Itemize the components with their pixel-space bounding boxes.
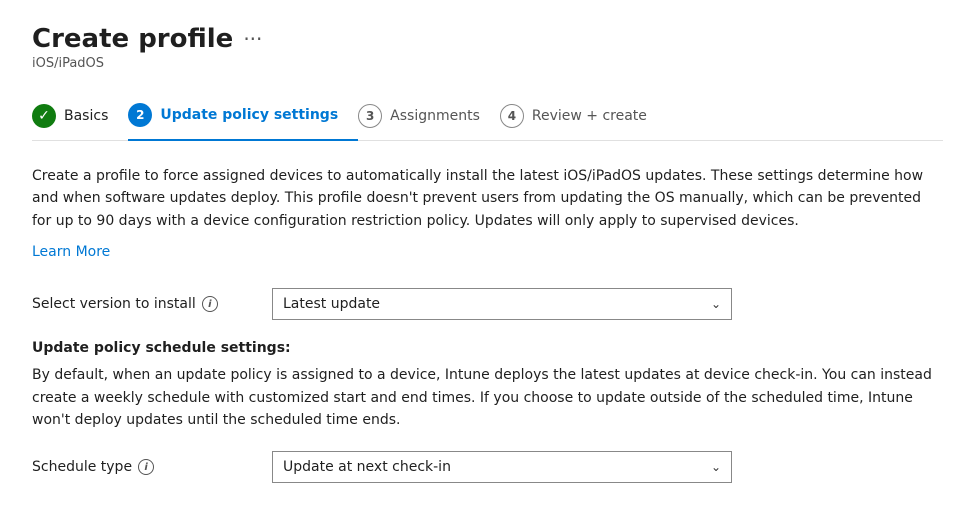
form-section: Select version to install i Latest updat… [32,288,943,483]
schedule-type-info-icon[interactable]: i [138,459,154,475]
step-review-create-circle: 4 [500,104,524,128]
schedule-type-value: Update at next check-in [283,459,451,475]
description-text: Create a profile to force assigned devic… [32,165,943,232]
step-review-create[interactable]: 4 Review + create [500,92,667,140]
select-version-row: Select version to install i Latest updat… [32,288,943,320]
select-version-info-icon[interactable]: i [202,296,218,312]
select-version-chevron-icon: ⌄ [711,297,721,311]
step-update-policy[interactable]: 2 Update policy settings [128,91,358,141]
step-update-policy-circle: 2 [128,103,152,127]
schedule-type-chevron-icon: ⌄ [711,460,721,474]
schedule-type-row: Schedule type i Update at next check-in … [32,451,943,483]
step-basics-label: Basics [64,108,108,124]
step-update-policy-label: Update policy settings [160,107,338,123]
page-title: Create profile [32,24,233,54]
wizard-steps: ✓ Basics 2 Update policy settings 3 Assi… [32,91,943,141]
step-basics[interactable]: ✓ Basics [32,92,128,140]
step-basics-circle: ✓ [32,104,56,128]
page-subtitle: iOS/iPadOS [32,56,943,71]
step-assignments-number: 3 [366,109,374,123]
learn-more-link[interactable]: Learn More [32,244,110,260]
step-review-create-label: Review + create [532,108,647,124]
select-version-label-text: Select version to install [32,296,196,312]
step-assignments-circle: 3 [358,104,382,128]
step-update-policy-number: 2 [136,108,144,122]
schedule-description-text: By default, when an update policy is ass… [32,364,943,431]
schedule-type-dropdown[interactable]: Update at next check-in ⌄ [272,451,732,483]
select-version-value: Latest update [283,296,380,312]
schedule-type-label-text: Schedule type [32,459,132,475]
schedule-section-title: Update policy schedule settings: [32,340,943,356]
more-options-icon[interactable]: ··· [243,27,262,51]
step-review-create-number: 4 [508,109,516,123]
page-header: Create profile ··· iOS/iPadOS [32,24,943,71]
step-assignments[interactable]: 3 Assignments [358,92,500,140]
select-version-label: Select version to install i [32,296,252,312]
step-assignments-label: Assignments [390,108,480,124]
select-version-dropdown[interactable]: Latest update ⌄ [272,288,732,320]
checkmark-icon: ✓ [38,108,50,124]
schedule-type-label: Schedule type i [32,459,252,475]
